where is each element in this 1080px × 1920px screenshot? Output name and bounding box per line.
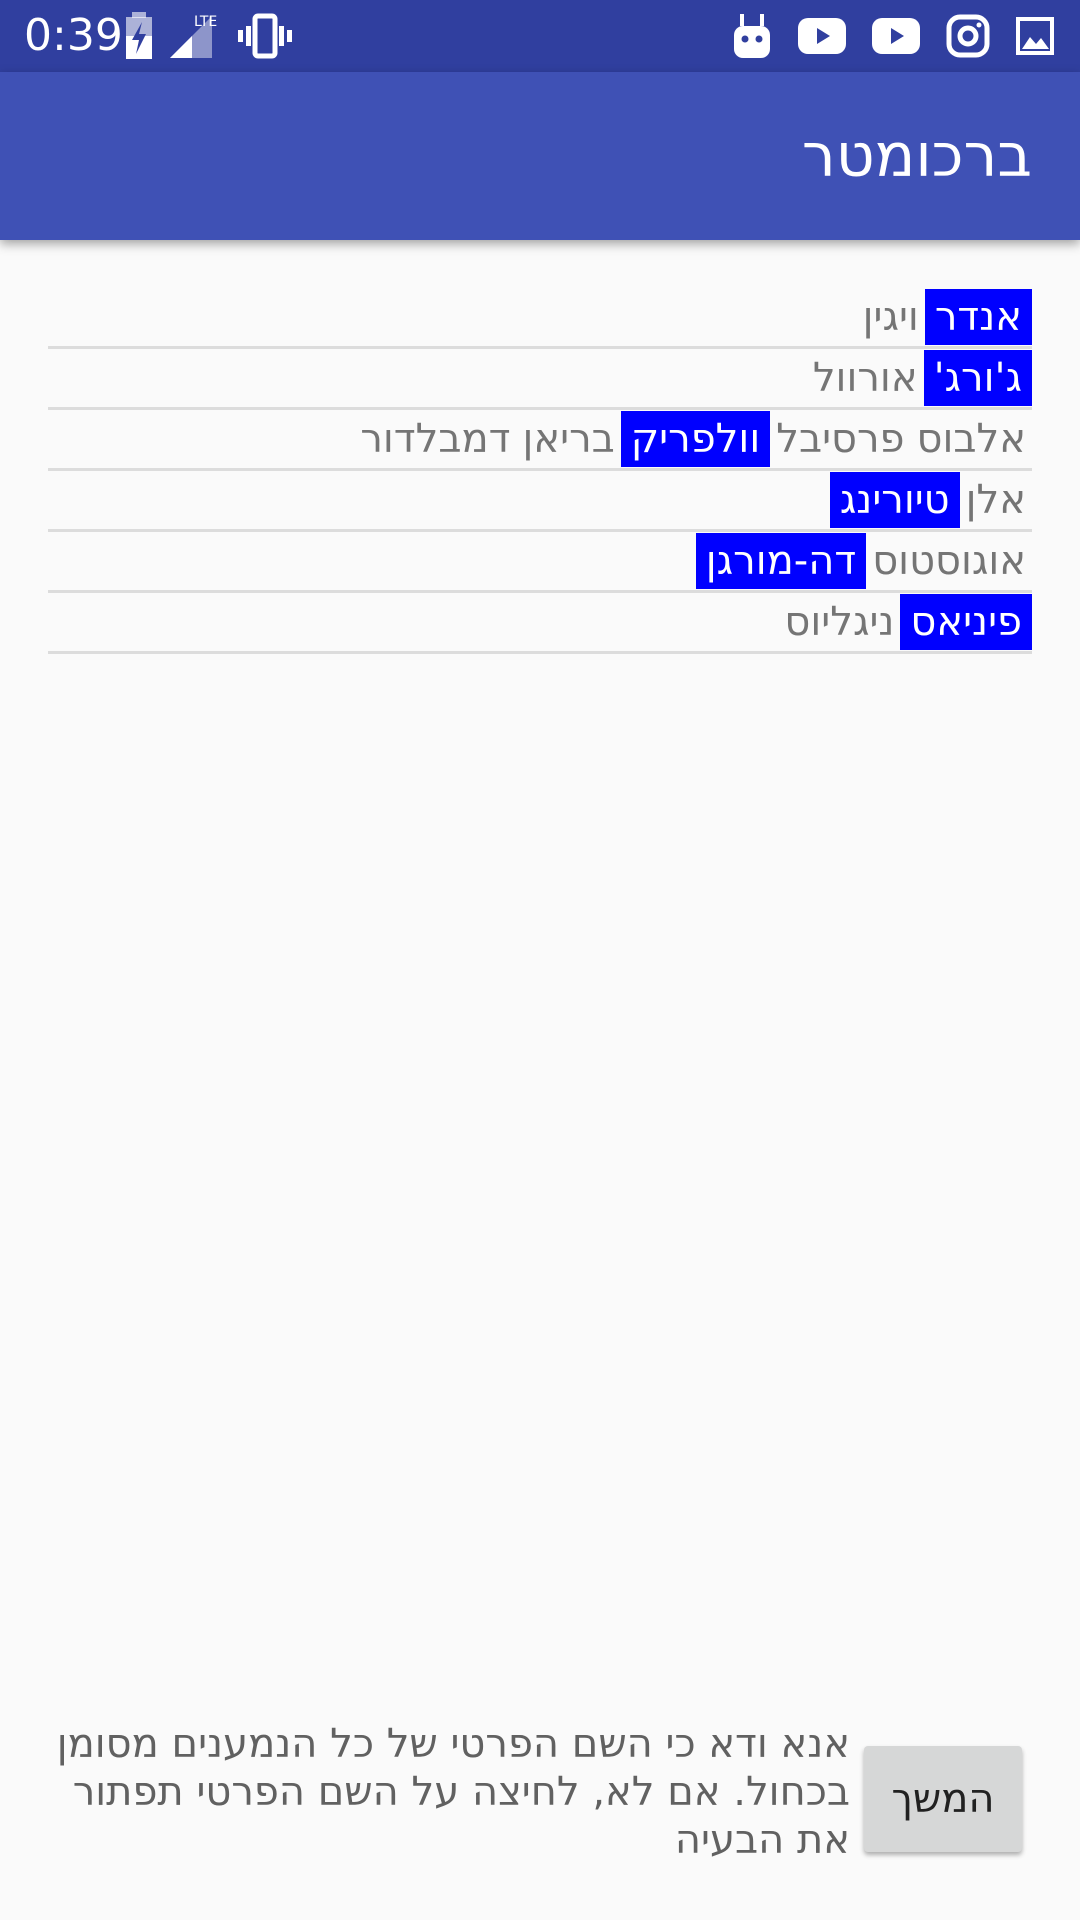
status-right-icons: [732, 10, 1054, 62]
name-row: אוגוסטוס דה-מורגן: [48, 532, 1032, 593]
status-left-icons: LTE: [124, 12, 292, 60]
name-word[interactable]: בריאן: [517, 411, 621, 467]
youtube-icon: [798, 18, 846, 54]
name-word[interactable]: אלבוס: [911, 411, 1032, 467]
battery-charging-icon: [126, 12, 152, 59]
name-word[interactable]: פרסיבל: [770, 411, 910, 467]
gallery-icon: [1016, 17, 1054, 55]
first-name-highlighted[interactable]: ג'ורג': [923, 350, 1032, 406]
name-word[interactable]: אלן: [960, 472, 1032, 528]
name-word[interactable]: ויגין: [857, 289, 925, 345]
page-title: ברכומטר: [801, 121, 1032, 191]
android-debug-icon: [734, 14, 770, 58]
instruction-text: אנא ודא כי השם הפרטי של כל הנמענים מסומן…: [56, 1721, 850, 1863]
first-name-highlighted[interactable]: פיניאס: [900, 594, 1032, 650]
name-word[interactable]: אורוול: [807, 350, 924, 406]
first-name-highlighted[interactable]: וולפריק: [620, 411, 771, 467]
first-name-highlighted[interactable]: טיורינג: [829, 472, 960, 528]
name-row: ג'ורג' אורוול: [48, 349, 1032, 410]
name-row: אלן טיורינג: [48, 471, 1032, 532]
status-time: 0:39: [24, 10, 123, 61]
vibrate-icon: [238, 13, 292, 59]
name-row: פיניאס ניגליוס: [48, 593, 1032, 654]
lte-label: LTE: [194, 14, 217, 30]
status-bar: 0:39 LTE: [0, 0, 1080, 72]
first-name-highlighted[interactable]: אנדר: [924, 289, 1032, 345]
first-name-highlighted[interactable]: דה-מורגן: [695, 533, 867, 589]
signal-lte-icon: LTE: [170, 14, 217, 58]
name-word[interactable]: דמבלדור: [354, 411, 516, 467]
name-row: אנדר ויגין: [48, 288, 1032, 349]
name-row: אלבוס פרסיבל וולפריק בריאן דמבלדור: [48, 410, 1032, 471]
youtube-icon: [872, 18, 920, 54]
name-word[interactable]: אוגוסטוס: [866, 533, 1032, 589]
recipient-names-list: אנדר ויגין ג'ורג' אורוול אלבוס פרסיבל וולפריק ב…: [48, 288, 1032, 654]
instagram-icon: [946, 14, 990, 58]
app-bar: ברכומטר: [0, 72, 1080, 240]
continue-button[interactable]: המשך: [864, 1746, 1022, 1852]
name-word[interactable]: ניגליוס: [778, 594, 900, 650]
